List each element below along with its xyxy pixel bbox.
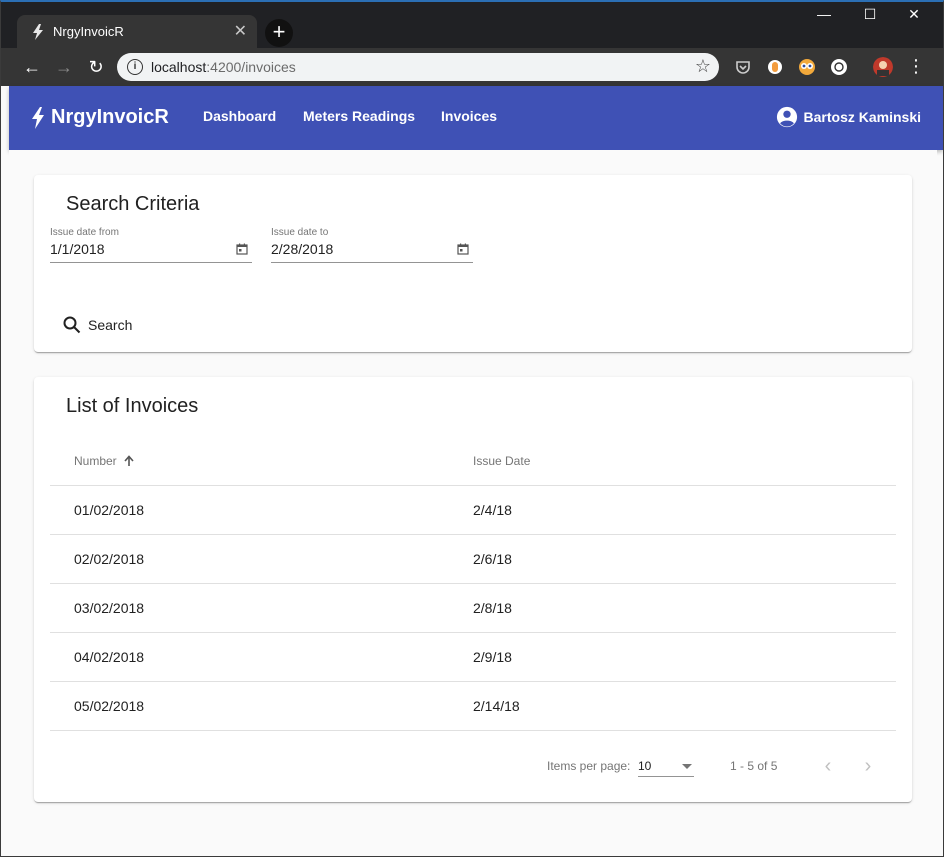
invoices-table: Number Issue Date 01/02/2018 2/4/18 02/02… <box>50 437 896 731</box>
page-range-label: 1 - 5 of 5 <box>730 759 778 773</box>
invoice-number: 05/02/2018 <box>50 681 473 731</box>
invoice-number: 03/02/2018 <box>50 583 473 633</box>
more-menu-icon[interactable]: ⋮ <box>907 56 925 76</box>
tab-title: NrgyInvoicR <box>53 24 124 39</box>
table-row[interactable]: 05/02/2018 2/14/18 <box>50 681 896 731</box>
invoice-number: 02/02/2018 <box>50 534 473 584</box>
bolt-icon <box>32 106 44 129</box>
invoice-issue-date: 2/4/18 <box>473 485 896 535</box>
forward-icon[interactable]: → <box>53 56 75 78</box>
calendar-icon[interactable] <box>236 243 248 255</box>
maximize-button[interactable]: ☐ <box>847 6 893 28</box>
invoice-issue-date: 2/9/18 <box>473 632 896 682</box>
invoice-number: 01/02/2018 <box>50 485 473 535</box>
close-tab-icon[interactable]: ✕ <box>234 21 247 41</box>
bolt-icon <box>33 24 43 40</box>
issue-date-to-value: 2/28/2018 <box>271 241 334 257</box>
nav-dashboard[interactable]: Dashboard <box>203 108 276 124</box>
issue-date-from-field[interactable]: Issue date from 1/1/2018 <box>50 227 252 263</box>
info-icon[interactable]: i <box>127 59 143 75</box>
user-menu[interactable]: Bartosz Kaminski <box>776 106 921 128</box>
issue-date-to-label: Issue date to <box>271 227 329 238</box>
nav-invoices[interactable]: Invoices <box>441 108 497 124</box>
page-content: Search Criteria Issue date from 1/1/2018… <box>9 150 937 850</box>
back-icon[interactable]: ← <box>21 56 43 78</box>
calendar-icon[interactable] <box>457 243 469 255</box>
owl-extension-icon[interactable] <box>797 57 817 77</box>
profile-avatar[interactable] <box>873 57 893 77</box>
issue-date-to-field[interactable]: Issue date to 2/28/2018 <box>271 227 473 263</box>
url-text: localhost:4200/invoices <box>151 59 296 75</box>
minimize-button[interactable]: — <box>801 6 847 28</box>
invoice-issue-date: 2/8/18 <box>473 583 896 633</box>
sort-arrow-up-icon <box>124 455 134 466</box>
column-header-number[interactable]: Number <box>50 437 473 486</box>
page-size-value: 10 <box>638 759 652 773</box>
dropdown-arrow-icon <box>682 764 692 769</box>
table-row[interactable]: 03/02/2018 2/8/18 <box>50 583 896 633</box>
browser-toolbar: ← → ↻ i localhost:4200/invoices ☆ ⋮ <box>1 48 943 86</box>
invoice-number: 04/02/2018 <box>50 632 473 682</box>
search-button[interactable]: Search <box>54 309 140 341</box>
table-row[interactable]: 04/02/2018 2/9/18 <box>50 632 896 682</box>
table-row[interactable]: 01/02/2018 2/4/18 <box>50 485 896 535</box>
table-row[interactable]: 02/02/2018 2/6/18 <box>50 534 896 584</box>
page-size-select[interactable]: 10 <box>638 755 694 777</box>
reload-icon[interactable]: ↻ <box>85 56 107 78</box>
brand-name: NrgyInvoicR <box>51 106 169 128</box>
issue-date-from-label: Issue date from <box>50 227 119 238</box>
nav-meters-readings[interactable]: Meters Readings <box>303 108 415 124</box>
issue-date-from-input[interactable]: 1/1/2018 <box>50 241 252 263</box>
app-toolbar: NrgyInvoicR Dashboard Meters Readings In… <box>9 86 943 150</box>
items-per-page-label: Items per page: <box>547 759 631 773</box>
tab-strip: NrgyInvoicR ✕ + — ☐ ✕ <box>1 2 943 49</box>
brand[interactable]: NrgyInvoicR <box>31 106 169 129</box>
extension-icon[interactable] <box>765 57 785 77</box>
previous-page-button[interactable]: ‹ <box>814 753 842 781</box>
search-button-label: Search <box>88 317 133 333</box>
table-header-row: Number Issue Date <box>50 437 896 486</box>
search-criteria-title: Search Criteria <box>66 193 200 215</box>
invoices-title: List of Invoices <box>66 395 199 417</box>
browser-window: NrgyInvoicR ✕ + — ☐ ✕ ← → ↻ i localhost:… <box>0 0 944 857</box>
next-page-button[interactable]: › <box>854 753 882 781</box>
new-tab-button[interactable]: + <box>265 19 293 47</box>
pocket-extension-icon[interactable] <box>733 57 753 77</box>
address-bar[interactable]: i localhost:4200/invoices ☆ <box>117 53 719 81</box>
issue-date-from-value: 1/1/2018 <box>50 241 105 257</box>
user-name: Bartosz Kaminski <box>803 109 921 125</box>
browser-tab[interactable]: NrgyInvoicR ✕ <box>17 15 257 49</box>
issue-date-to-input[interactable]: 2/28/2018 <box>271 241 473 263</box>
invoices-card: List of Invoices Number Issue Date 01/02… <box>34 377 912 802</box>
paginator: Items per page: 10 1 - 5 of 5 ‹ › <box>34 745 912 801</box>
column-header-issue-date[interactable]: Issue Date <box>473 437 896 486</box>
bookmark-star-icon[interactable]: ☆ <box>695 56 711 77</box>
search-criteria-card: Search Criteria Issue date from 1/1/2018… <box>34 175 912 352</box>
close-window-button[interactable]: ✕ <box>891 6 937 28</box>
invoice-issue-date: 2/6/18 <box>473 534 896 584</box>
search-icon <box>63 316 81 334</box>
account-circle-icon <box>776 106 797 128</box>
invoice-issue-date: 2/14/18 <box>473 681 896 731</box>
grammar-extension-icon[interactable] <box>829 57 849 77</box>
